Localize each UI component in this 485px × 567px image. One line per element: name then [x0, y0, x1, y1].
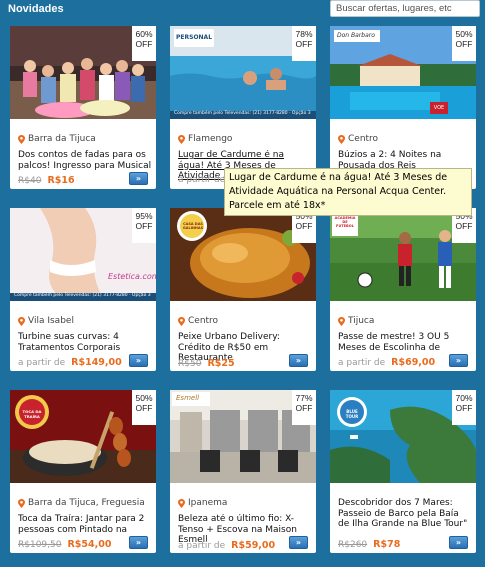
offer-location: Centro	[338, 134, 378, 144]
offer-price: a partir de R$59,00	[178, 540, 275, 551]
go-button[interactable]: »	[129, 172, 148, 185]
offer-price: a partir de R$149,00	[18, 357, 122, 368]
offer-price: a partir de	[178, 175, 225, 185]
offer-card[interactable]: PERSONAL Compre também pelo Televendas: …	[170, 26, 316, 189]
map-pin-icon	[338, 134, 345, 144]
brand-logo: BLUE TOUR	[345, 409, 359, 419]
current-price: R$16	[47, 175, 75, 186]
offer-location: Flamengo	[178, 134, 232, 144]
brand-logo: Don Barbaro	[337, 32, 375, 39]
search-input[interactable]: Buscar ofertas, lugares, etc	[330, 0, 480, 17]
offer-card[interactable]: BLUE TOUR 70% OFF Descobridor dos 7 Mare…	[330, 390, 476, 553]
price-prefix: a partir de	[178, 541, 226, 551]
map-pin-icon	[338, 316, 345, 326]
current-price: R$54,00	[67, 539, 112, 550]
price-prefix: a partir de	[178, 175, 226, 185]
map-pin-icon	[18, 134, 25, 144]
old-price: R$50	[178, 359, 202, 369]
brand-logo: CASA DAS GALINHAS	[182, 222, 204, 230]
price-prefix: a partir de	[338, 358, 386, 368]
brand-logo: ACADEMIA DE FUTEBOL	[334, 216, 356, 228]
offer-location: Centro	[178, 316, 218, 326]
offer-location: Barra da Tijuca, Freguesia	[18, 498, 145, 508]
go-button[interactable]: »	[449, 536, 468, 549]
offer-price: a partir de R$69,00	[338, 357, 435, 368]
discount-badge: 60% OFF	[132, 26, 156, 61]
offer-location: Barra da Tijuca	[18, 134, 96, 144]
map-pin-icon	[178, 316, 185, 326]
discount-badge: 78% OFF	[292, 26, 316, 61]
offer-card[interactable]: Don Barbaro VOE 50% OFF Centro Búzios a …	[330, 26, 476, 189]
offer-title[interactable]: Turbine suas curvas: 4 Tratamentos Corpo…	[18, 332, 152, 353]
image-caption: VOE	[430, 102, 448, 114]
current-price: R$25	[207, 358, 235, 369]
offer-card[interactable]: Esmell 77% OFF Ipanema Beleza até o últi…	[170, 390, 316, 553]
discount-badge: 50% OFF	[132, 390, 156, 425]
old-price: R$260	[338, 540, 368, 550]
map-pin-icon	[18, 498, 25, 508]
go-button[interactable]: »	[129, 536, 148, 549]
offer-price: R$260 R$78	[338, 539, 400, 550]
go-button[interactable]: »	[449, 354, 468, 367]
offer-title[interactable]: Passe de mestre! 3 OU 5 Meses de Escolin…	[338, 332, 472, 353]
old-price: R$109,50	[18, 540, 62, 550]
offer-title[interactable]: Toca da Traíra: Jantar para 2 pessoas co…	[18, 514, 152, 535]
map-pin-icon	[178, 498, 185, 508]
map-pin-icon	[18, 316, 25, 326]
current-price: R$149,00	[71, 357, 122, 368]
offer-location: Vila Isabel	[18, 316, 74, 326]
offer-price: R$109,50 R$54,00	[18, 539, 111, 550]
page-title: Novidades	[8, 3, 64, 15]
old-price: R$40	[18, 176, 42, 186]
offer-card[interactable]: ACADEMIA DE FUTEBOL 50% OFF Tijuca Passe…	[330, 208, 476, 371]
offer-location: Tijuca	[338, 316, 374, 326]
offer-card[interactable]: Estetica.com Compre também pelo Televend…	[10, 208, 156, 371]
offer-card[interactable]: TOCA DA TRAÍRA 50% OFF Barra da Tijuca, …	[10, 390, 156, 553]
image-caption: Compre também pelo Televendas: (21) 3177…	[14, 293, 151, 298]
map-pin-icon	[178, 134, 185, 144]
offer-card[interactable]: CASA DAS GALINHAS 50% OFF Centro Peixe U…	[170, 208, 316, 371]
offer-location: Ipanema	[178, 498, 227, 508]
brand-logo: TOCA DA TRAÍRA	[22, 409, 42, 419]
go-button[interactable]: »	[289, 536, 308, 549]
offer-card[interactable]: 60% OFF Barra da Tijuca Dos contos de fa…	[10, 26, 156, 189]
offer-price: R$50 R$25	[178, 358, 235, 369]
current-price: R$59,00	[231, 540, 276, 551]
discount-badge: 77% OFF	[292, 390, 316, 425]
brand-logo: PERSONAL	[176, 34, 213, 41]
discount-badge: 70% OFF	[452, 390, 476, 425]
header-bar: Novidades Buscar ofertas, lugares, etc	[0, 0, 485, 24]
offer-price: R$40 R$16	[18, 175, 75, 186]
tooltip: Lugar de Cardume é na água! Até 3 Meses …	[224, 168, 472, 216]
current-price: R$69,00	[391, 357, 436, 368]
offer-title[interactable]: Descobridor dos 7 Mares: Passeio de Barc…	[338, 498, 472, 532]
go-button[interactable]: »	[289, 354, 308, 367]
brand-logo: Estetica.com	[108, 272, 156, 281]
current-price: R$78	[373, 539, 401, 550]
image-caption: Compre também pelo Televendas: (21) 3177…	[174, 111, 311, 116]
go-button[interactable]: »	[129, 354, 148, 367]
brand-logo: Esmell	[176, 394, 200, 402]
offer-title[interactable]: Dos contos de fadas para os palcos! Ingr…	[18, 150, 152, 171]
discount-badge: 50% OFF	[452, 26, 476, 61]
price-prefix: a partir de	[18, 358, 66, 368]
discount-badge: 95% OFF	[132, 208, 156, 243]
